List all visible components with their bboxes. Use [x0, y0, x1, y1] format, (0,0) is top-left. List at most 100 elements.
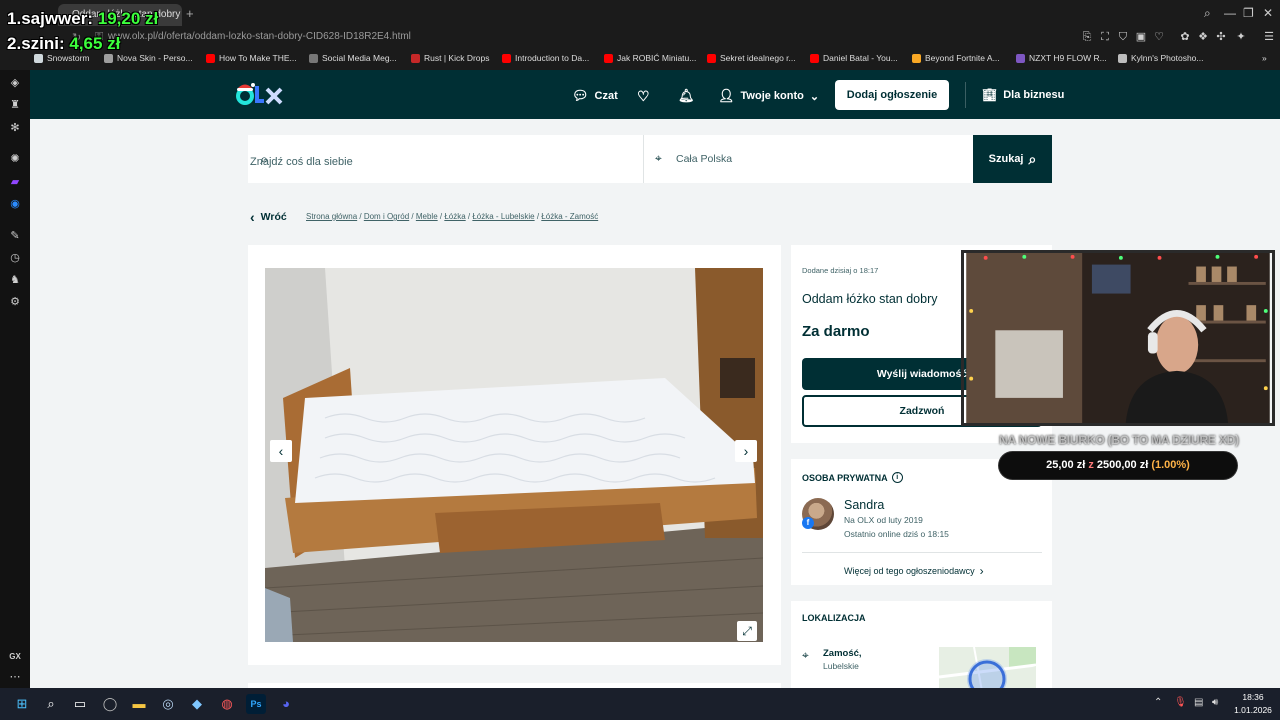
bookmark-favicon-icon: [1118, 53, 1127, 63]
breadcrumb-item[interactable]: Strona główna: [306, 212, 357, 221]
bookmark-favicon-icon: [604, 53, 613, 63]
bookmark-item[interactable]: Sekret idealnego r...: [707, 53, 796, 63]
account-menu[interactable]: 👤︎ Twoje konto ⌄: [718, 88, 819, 104]
steam-icon[interactable]: ◎: [158, 694, 178, 714]
business-link[interactable]: 🏢︎ Dla biznesu: [982, 88, 1064, 102]
crop-icon[interactable]: ⛶: [1098, 30, 1112, 44]
chat-link[interactable]: 💬︎ Czat: [572, 88, 618, 104]
bookmark-item[interactable]: Nova Skin - Perso...: [104, 53, 193, 63]
clock-time[interactable]: 18:36: [1230, 692, 1276, 702]
breadcrumb-item[interactable]: Łóżka - Lubelskie: [472, 212, 534, 221]
gx-home-icon[interactable]: ◈: [8, 76, 22, 90]
bookmark-item[interactable]: NZXT H9 FLOW R...: [1016, 53, 1107, 63]
minimize-icon[interactable]: —: [1224, 6, 1236, 20]
volume-icon[interactable]: 🔊︎: [1212, 697, 1218, 708]
bookmark-favicon-icon: [104, 53, 113, 63]
file-explorer-icon[interactable]: ▬: [129, 694, 149, 714]
notifications-bell-icon[interactable]: 🔔︎: [678, 88, 695, 104]
olx-header: [30, 70, 1280, 119]
shield-icon[interactable]: ⛉: [1116, 30, 1130, 44]
bookmark-item[interactable]: Rust | Kick Drops: [411, 53, 490, 63]
new-tab-button[interactable]: +: [186, 6, 194, 21]
microphone-icon[interactable]: 🎙︎: [1174, 697, 1187, 708]
chat-icon: 💬︎: [572, 88, 589, 103]
breadcrumb-separator: /: [409, 212, 416, 221]
settings-icon[interactable]: ⚙: [8, 295, 22, 309]
bookmarks-more-icon[interactable]: »: [1262, 53, 1267, 63]
info-icon[interactable]: i: [891, 472, 903, 483]
task-view-icon[interactable]: ▭: [70, 694, 90, 714]
breadcrumb-item[interactable]: Meble: [416, 212, 438, 221]
bookmark-item[interactable]: Daniel Batal - You...: [810, 53, 898, 63]
seller-since: Na OLX od luty 2019: [844, 515, 923, 525]
bookmark-label: Sekret idealnego r...: [720, 53, 796, 63]
extension-icon[interactable]: ✿: [1178, 30, 1192, 44]
chatgpt-icon[interactable]: ✺: [8, 152, 22, 166]
location-pin-icon: ⌖: [802, 648, 809, 662]
photoshop-icon[interactable]: Ps: [246, 694, 266, 714]
url-field[interactable]: www.olx.pl/d/oferta/oddam-lozko-stan-dob…: [108, 31, 411, 42]
opera-gx-icon[interactable]: ◯: [100, 694, 120, 714]
breadcrumb-item[interactable]: Łóżka - Zamość: [541, 212, 598, 221]
bookmark-favicon-icon: [206, 53, 215, 63]
breadcrumb-item[interactable]: Dom i Ogród: [364, 212, 409, 221]
restore-icon[interactable]: ❐: [1243, 6, 1254, 20]
heart-icon[interactable]: ♡: [1152, 30, 1166, 44]
bookmark-label: How To Make THE...: [219, 53, 297, 63]
extension-icon[interactable]: ✣: [1214, 30, 1228, 44]
gallery-prev-arrow-icon[interactable]: ‹: [270, 440, 292, 462]
location-map[interactable]: [939, 647, 1036, 688]
fullscreen-expand-icon[interactable]: ⤢: [737, 621, 757, 641]
breadcrumb-item[interactable]: Łóżka: [444, 212, 465, 221]
extension-icon[interactable]: ❖: [1196, 30, 1210, 44]
favorites-heart-icon[interactable]: ♡: [637, 88, 650, 105]
clock-date[interactable]: 1.01.2026: [1230, 705, 1276, 715]
back-link[interactable]: ‹ Wróć: [250, 209, 287, 225]
gx-control-icon[interactable]: ♜: [8, 98, 22, 112]
gallery-next-arrow-icon[interactable]: ›: [735, 440, 757, 462]
listing-photo[interactable]: [265, 268, 763, 642]
windows-start-icon[interactable]: ⊞: [12, 694, 32, 714]
search-input[interactable]: [250, 154, 600, 170]
messenger-icon[interactable]: ◉: [8, 197, 22, 211]
tray-overflow-icon[interactable]: ⌃: [1154, 697, 1162, 708]
add-ad-button[interactable]: Dodaj ogłoszenie: [835, 80, 949, 110]
obs-icon[interactable]: ◍: [217, 694, 237, 714]
bookmark-item[interactable]: How To Make THE...: [206, 53, 297, 63]
location-input[interactable]: Cała Polska: [676, 153, 732, 165]
bookmark-item[interactable]: Introduction to Da...: [502, 53, 589, 63]
bookmark-item[interactable]: Kylnn's Photosho...: [1118, 53, 1204, 63]
snapshot-icon[interactable]: ⎘: [1080, 30, 1094, 44]
discord-icon[interactable]: ◕: [276, 694, 296, 714]
more-icon[interactable]: ⋯: [8, 670, 22, 684]
gx-bunny-icon[interactable]: ♞: [8, 273, 22, 287]
clock-icon[interactable]: ◷: [8, 251, 22, 265]
gx-snowflake-icon[interactable]: ✻: [8, 121, 22, 135]
brush-icon[interactable]: ✎: [8, 229, 22, 243]
bookmark-favicon-icon: [411, 53, 420, 63]
bookmark-item[interactable]: Snowstorm: [34, 53, 90, 63]
search-divider: [643, 135, 644, 183]
cube-icon[interactable]: ▣: [1134, 30, 1148, 44]
twitch-icon[interactable]: ▰: [8, 175, 22, 189]
bookmark-label: Jak ROBIĆ Miniatu...: [617, 53, 697, 63]
donation-goal-caption: NA NOWE BIURKO (BO TO MA DZIURE XD): [999, 433, 1239, 447]
more-ads-link[interactable]: Więcej od tego ogłoszeniodawcy ›: [844, 564, 984, 578]
gx-label: GX: [9, 652, 21, 661]
bookmark-item[interactable]: Social Media Meg...: [309, 53, 397, 63]
davinci-icon[interactable]: ◆: [187, 694, 207, 714]
bookmark-item[interactable]: Jak ROBIĆ Miniatu...: [604, 53, 696, 63]
webcam-overlay: [961, 250, 1275, 426]
close-icon[interactable]: ✕: [1263, 6, 1273, 20]
added-date: Dodane dzisiaj o 18:17: [802, 266, 879, 275]
user-icon: 👤︎: [718, 88, 735, 103]
bookmark-favicon-icon: [810, 53, 819, 63]
network-icon[interactable]: ▤: [1194, 697, 1203, 708]
search-button[interactable]: Szukaj ⌕: [973, 135, 1052, 183]
search-tabs-icon[interactable]: ⌕: [1204, 6, 1211, 21]
search-icon[interactable]: ⌕: [41, 694, 61, 714]
menu-icon[interactable]: ☰: [1262, 30, 1276, 44]
olx-logo[interactable]: [236, 82, 286, 108]
ai-icon[interactable]: ✦: [1234, 30, 1248, 44]
bookmark-item[interactable]: Beyond Fortnite A...: [912, 53, 1000, 63]
